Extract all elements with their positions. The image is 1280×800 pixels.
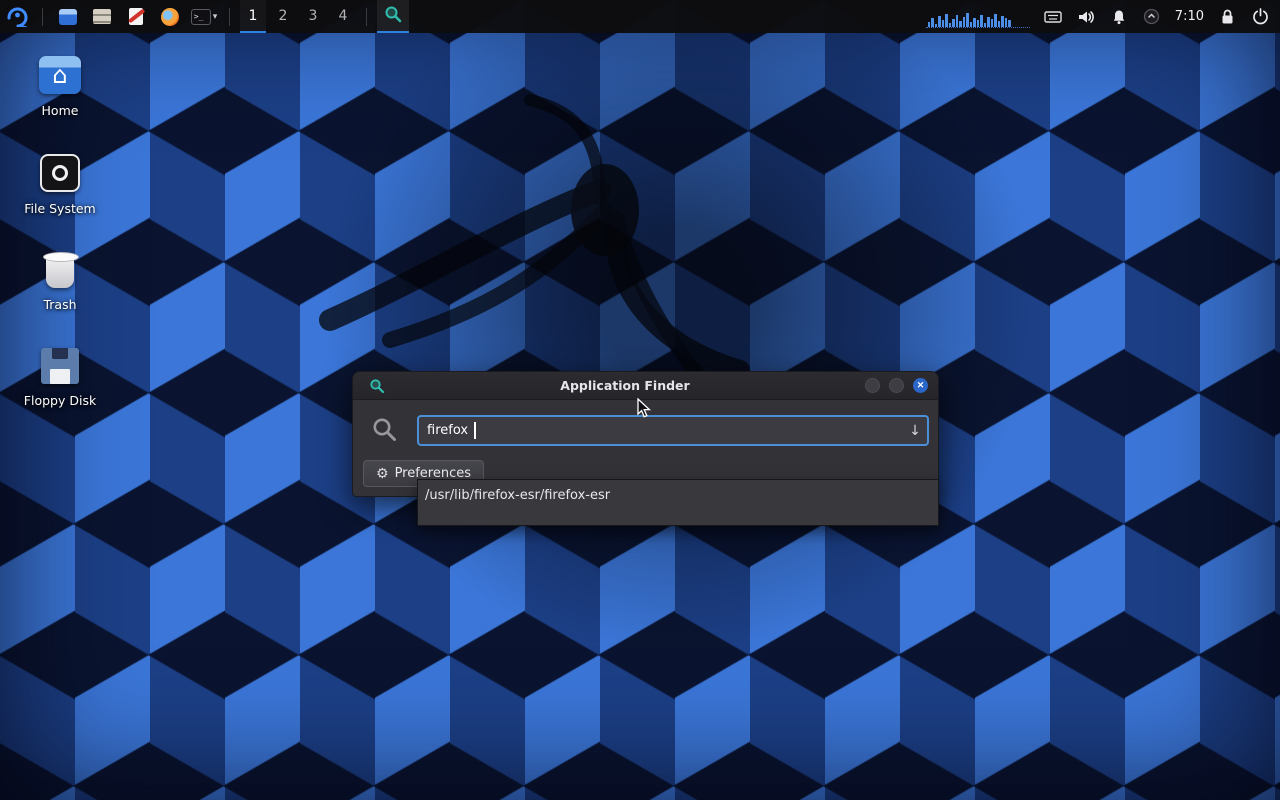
application-finder-window-icon — [369, 378, 385, 394]
window-buttons: ✕ — [865, 378, 928, 393]
volume-icon[interactable] — [1076, 6, 1096, 28]
file-cabinet-icon — [93, 9, 111, 24]
completion-popup: /usr/lib/firefox-esr/firefox-esr — [417, 479, 939, 526]
desktop-icon-label: File System — [24, 201, 96, 216]
finder-body: ↓ ⚙ Preferences /usr/lib/firefox-esr/fir… — [353, 400, 938, 497]
completion-item[interactable]: /usr/lib/firefox-esr/firefox-esr — [418, 480, 938, 511]
gear-icon: ⚙ — [376, 466, 389, 482]
desktop-icon-trash[interactable]: Trash — [12, 246, 108, 318]
panel-separator — [366, 8, 367, 26]
file-manager-launcher[interactable] — [87, 2, 117, 32]
desktop-icon-home[interactable]: ⌂ Home — [12, 50, 108, 124]
workspace-3[interactable]: 3 — [300, 0, 326, 33]
search-entry: ↓ — [417, 415, 929, 446]
text-editor-launcher[interactable] — [121, 2, 151, 32]
window-manager-launcher[interactable] — [53, 2, 83, 32]
applications-menu-button[interactable] — [2, 2, 32, 32]
notifications-bell-icon[interactable] — [1109, 6, 1129, 28]
text-caret — [474, 422, 476, 439]
maximize-button[interactable] — [889, 378, 904, 393]
status-indicator-icon[interactable] — [1142, 6, 1162, 28]
power-logout-icon[interactable] — [1250, 6, 1270, 28]
minimize-button[interactable] — [865, 378, 880, 393]
top-panel: >_ ▾ 1 2 3 4 — [0, 0, 1280, 33]
workspace-1[interactable]: 1 — [240, 0, 266, 33]
keyboard-layout-icon[interactable] — [1043, 6, 1063, 28]
terminal-icon: >_ — [191, 9, 211, 25]
kali-logo-icon — [5, 3, 29, 30]
titlebar[interactable]: Application Finder ✕ — [353, 372, 938, 400]
chevron-down-icon: ▾ — [213, 11, 218, 22]
close-button[interactable]: ✕ — [913, 378, 928, 393]
desktop-icon-label: Home — [42, 103, 79, 118]
filesystem-drive-icon — [40, 154, 80, 192]
panel-separator — [229, 8, 230, 26]
search-icon — [371, 416, 398, 447]
desktop-icon-filesystem[interactable]: File System — [12, 148, 108, 222]
window-title: Application Finder — [385, 378, 865, 393]
workspace-switcher: 1 2 3 4 — [240, 0, 356, 33]
firefox-launcher[interactable] — [155, 2, 185, 32]
taskbar-application-finder[interactable] — [377, 0, 409, 33]
firefox-icon — [161, 8, 179, 26]
home-icon: ⌂ — [39, 56, 81, 94]
document-pen-icon — [129, 8, 143, 25]
trash-icon — [46, 256, 74, 288]
desktop-icon-label: Floppy Disk — [24, 393, 96, 408]
workspace-4[interactable]: 4 — [330, 0, 356, 33]
window-icon — [59, 9, 77, 25]
lock-screen-icon[interactable] — [1217, 6, 1237, 28]
desktop-icon-floppy[interactable]: Floppy Disk — [12, 342, 108, 414]
clock[interactable]: 7:10 — [1175, 9, 1204, 24]
dropdown-arrow-icon[interactable]: ↓ — [903, 423, 927, 439]
panel-separator — [42, 8, 43, 26]
search-input[interactable] — [419, 423, 903, 438]
terminal-launcher[interactable]: >_ ▾ — [189, 2, 219, 32]
application-finder-icon — [384, 5, 402, 26]
desktop-icon-list: ⌂ Home File System Trash Floppy Disk — [12, 50, 108, 414]
panel-right-group: 7:10 — [926, 0, 1280, 33]
floppy-disk-icon — [41, 348, 79, 384]
panel-left-group: >_ ▾ 1 2 3 4 — [0, 0, 409, 33]
workspace-2[interactable]: 2 — [270, 0, 296, 33]
desktop-icon-label: Trash — [43, 297, 76, 312]
system-monitor-graph[interactable] — [926, 6, 1030, 28]
application-finder-window: Application Finder ✕ ↓ ⚙ Preferences /us… — [352, 371, 939, 497]
